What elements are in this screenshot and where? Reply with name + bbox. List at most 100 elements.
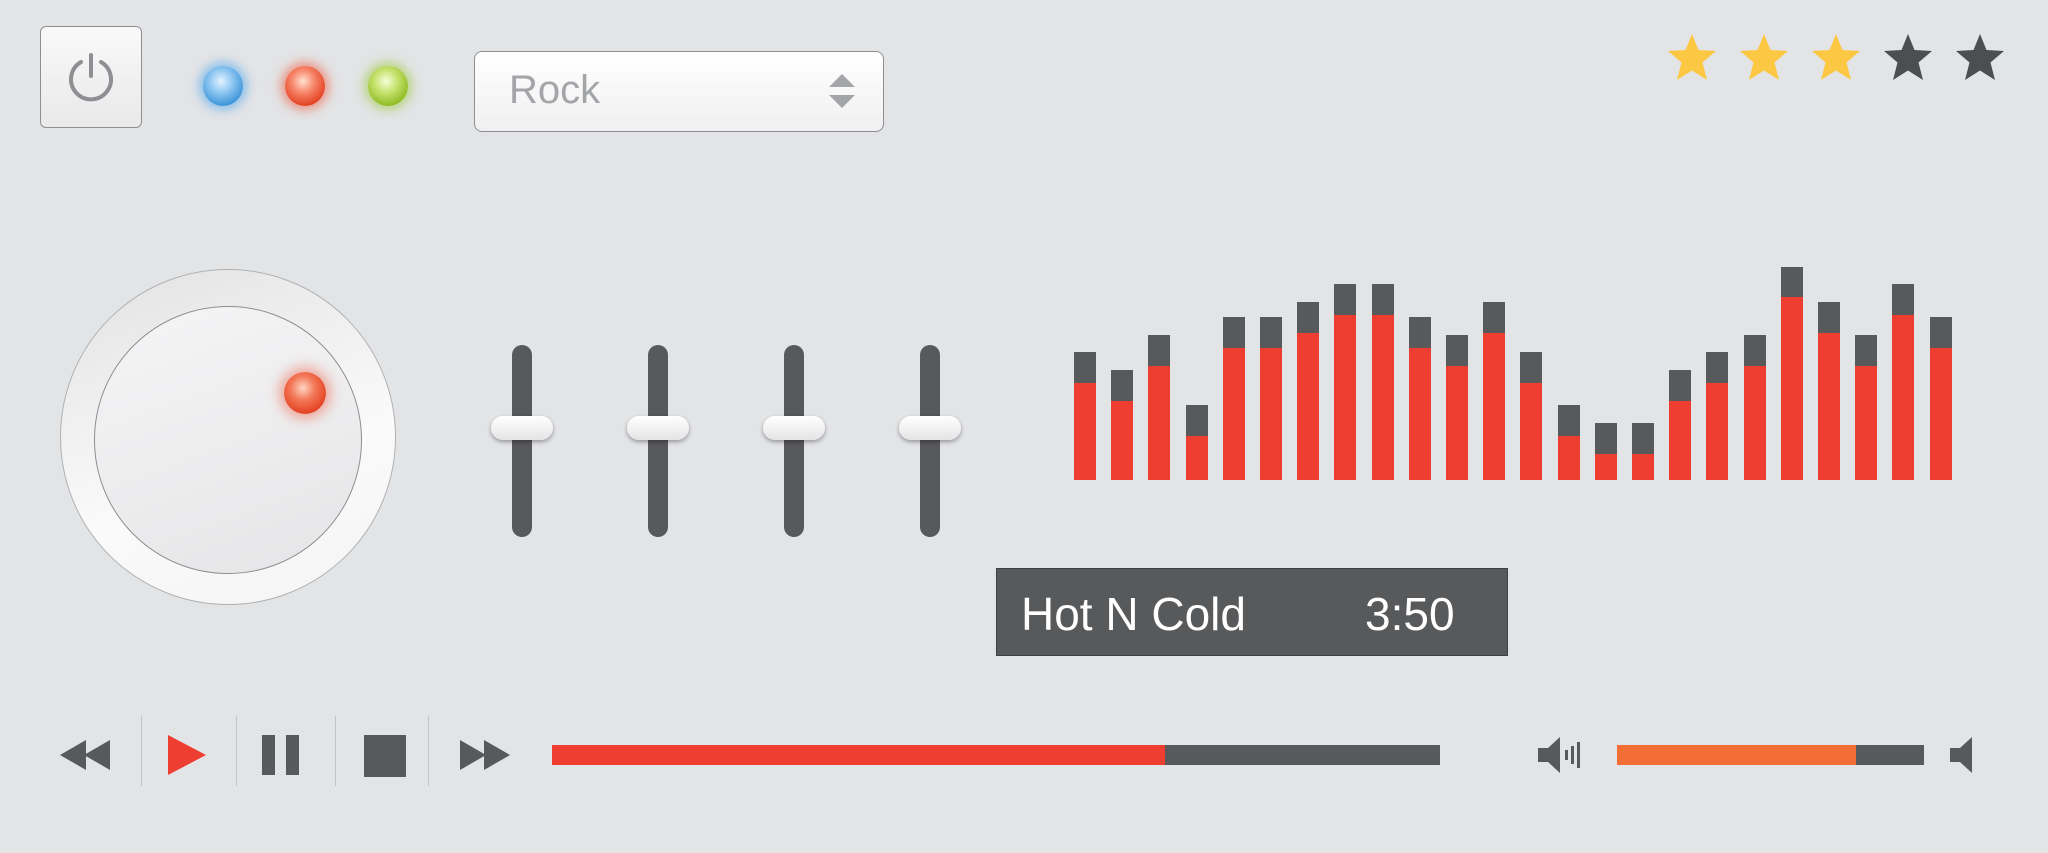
genre-selected-value: Rock <box>509 68 601 112</box>
spectrum-bar-level <box>1446 365 1468 480</box>
eq-slider-handle-4[interactable] <box>899 415 961 440</box>
red-indicator-light <box>285 66 325 106</box>
spectrum-bar-cap <box>1780 266 1803 298</box>
spectrum-bar-cap <box>1185 405 1208 436</box>
spectrum-bar-level <box>1632 453 1654 480</box>
spectrum-bar <box>1074 352 1096 480</box>
pause-button[interactable] <box>258 720 308 790</box>
stop-button[interactable] <box>360 720 410 790</box>
spectrum-bar-cap <box>1594 422 1617 454</box>
eq-slider-track-2[interactable] <box>648 345 668 537</box>
rewind-button[interactable] <box>56 720 116 790</box>
spectrum-bar <box>1148 334 1171 480</box>
spectrum-bar <box>1632 422 1654 480</box>
spectrum-bar-cap <box>1334 284 1357 315</box>
spectrum-bar-cap <box>1855 334 1878 366</box>
genre-select[interactable]: Rock <box>474 51 884 132</box>
spectrum-bar-level <box>1818 332 1840 480</box>
spectrum-bar-level <box>1743 365 1766 480</box>
spectrum-bar-level <box>1222 348 1245 480</box>
blue-indicator-light <box>203 66 243 106</box>
divider <box>141 716 142 786</box>
spectrum-bar <box>1929 317 1952 480</box>
spectrum-bar-cap <box>1818 301 1840 333</box>
spectrum-bar <box>1669 370 1692 480</box>
rating-star-2[interactable] <box>1738 32 1790 84</box>
track-title: Hot N Cold <box>1021 588 1246 640</box>
spectrum-bar-level <box>1408 348 1431 480</box>
spectrum-bar-level <box>1780 297 1803 480</box>
power-icon <box>69 53 113 102</box>
green-indicator-light <box>368 66 408 106</box>
spectrum-bar <box>1408 317 1431 480</box>
spectrum-bar-level <box>1520 383 1543 480</box>
spectrum-bar-level <box>1148 365 1171 480</box>
spectrum-bar-level <box>1706 383 1729 480</box>
spectrum-bar-cap <box>1222 317 1245 348</box>
power-button[interactable] <box>40 26 142 128</box>
progress-bar[interactable] <box>552 745 1440 765</box>
rating-star-1[interactable] <box>1666 32 1718 84</box>
spectrum-bar-level <box>1297 332 1320 480</box>
spectrum-bar-cap <box>1111 370 1134 401</box>
spectrum-bar-cap <box>1669 370 1692 401</box>
volume-fill <box>1617 745 1857 765</box>
spectrum-bar-level <box>1111 400 1134 480</box>
spectrum-bar-cap <box>1297 301 1320 333</box>
spectrum-bar-level <box>1855 365 1878 480</box>
spectrum-bar <box>1185 405 1208 480</box>
spectrum-bar-cap <box>1557 405 1580 436</box>
spectrum-bar <box>1371 284 1394 480</box>
spectrum-bar-level <box>1074 383 1096 480</box>
spectrum-bar-cap <box>1483 301 1506 333</box>
eq-slider-handle-1[interactable] <box>491 415 553 440</box>
eq-slider-track-1[interactable] <box>512 345 532 537</box>
spectrum-bar <box>1557 405 1580 480</box>
spectrum-bar-cap <box>1074 352 1096 384</box>
rating-star-5[interactable] <box>1954 32 2006 84</box>
eq-slider-handle-3[interactable] <box>763 415 825 440</box>
knob-indicator-light <box>284 372 326 414</box>
spectrum-bar-level <box>1594 453 1617 480</box>
volume-knob[interactable] <box>94 306 362 574</box>
spectrum-visualizer <box>1074 260 1966 480</box>
spectrum-bar <box>1222 317 1245 480</box>
spectrum-bar-level <box>1929 348 1952 480</box>
eq-slider-track-4[interactable] <box>920 345 940 537</box>
divider <box>236 716 237 786</box>
spectrum-bar <box>1743 334 1766 480</box>
rating-star-3[interactable] <box>1810 32 1862 84</box>
spectrum-bar-level <box>1371 315 1394 480</box>
rating-star-4[interactable] <box>1882 32 1934 84</box>
spectrum-bar-cap <box>1743 334 1766 366</box>
spectrum-bar-cap <box>1446 334 1468 366</box>
select-arrows-icon <box>829 74 855 108</box>
spectrum-bar-cap <box>1929 317 1952 348</box>
spectrum-bar-level <box>1260 348 1282 480</box>
fast-forward-button[interactable] <box>456 720 516 790</box>
eq-slider-track-3[interactable] <box>784 345 804 537</box>
spectrum-bar <box>1818 301 1840 480</box>
spectrum-bar <box>1446 334 1468 480</box>
speaker-icon[interactable] <box>1948 734 1976 776</box>
now-playing-display: Hot N Cold 3:50 <box>996 568 1508 656</box>
spectrum-bar-cap <box>1408 317 1431 348</box>
spectrum-bar-cap <box>1371 284 1394 315</box>
spectrum-bar-level <box>1185 436 1208 480</box>
divider <box>428 716 429 786</box>
spectrum-bar <box>1780 266 1803 480</box>
spectrum-bar-level <box>1669 400 1692 480</box>
track-duration: 3:50 <box>1365 588 1455 640</box>
spectrum-bar-cap <box>1520 352 1543 384</box>
spectrum-bar-level <box>1483 332 1506 480</box>
progress-fill <box>552 745 1165 765</box>
spectrum-bar <box>1260 317 1282 480</box>
volume-bar[interactable] <box>1617 745 1924 765</box>
volume-icon[interactable] <box>1536 734 1584 776</box>
spectrum-bar <box>1483 301 1506 480</box>
spectrum-bar <box>1855 334 1878 480</box>
play-button[interactable] <box>160 720 210 790</box>
spectrum-bar <box>1111 370 1134 480</box>
eq-slider-handle-2[interactable] <box>627 415 689 440</box>
spectrum-bar <box>1594 422 1617 480</box>
